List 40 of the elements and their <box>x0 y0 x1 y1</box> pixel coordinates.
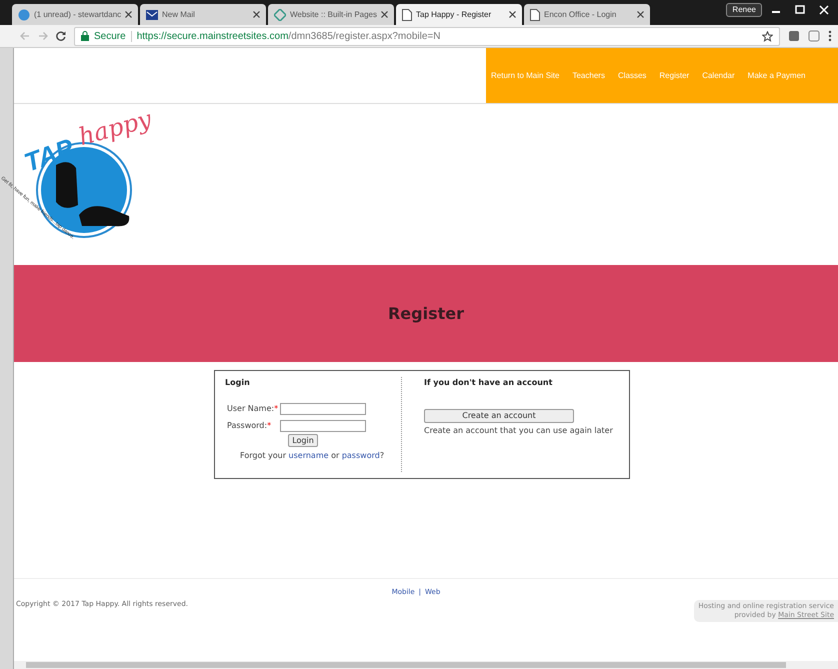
diamond-icon <box>274 8 286 20</box>
browser-tab[interactable]: Encon Office - Login <box>524 4 650 25</box>
signup-heading: If you don't have an account <box>424 377 554 389</box>
page-icon <box>530 8 540 20</box>
scrollbar-thumb[interactable] <box>26 662 786 668</box>
secure-label: Secure <box>94 30 126 44</box>
browser-tab[interactable]: New Mail <box>140 4 266 25</box>
menu-icon[interactable] <box>828 30 832 42</box>
close-icon[interactable] <box>125 11 132 18</box>
signup-note: Create an account that you can use again later <box>424 426 614 436</box>
profile-button[interactable]: Renee <box>726 3 762 17</box>
forgot-text: Forgot your username or password? <box>239 450 386 462</box>
close-icon[interactable] <box>509 11 516 18</box>
browser-tab[interactable]: Tap Happy - Register <box>396 4 522 25</box>
logo-happy-text: happy <box>74 104 156 154</box>
input-field[interactable] <box>280 420 366 432</box>
password-link[interactable]: password <box>342 451 380 460</box>
field-label: Password:* <box>227 420 272 432</box>
browser-tab[interactable]: Website :: Built-in Pages <box>268 4 394 25</box>
login-button[interactable]: Login <box>288 434 318 447</box>
reload-icon[interactable] <box>56 31 66 41</box>
lock-icon <box>81 31 89 41</box>
close-icon[interactable] <box>253 11 260 18</box>
mail-icon <box>146 8 158 20</box>
field-label: User Name:* <box>227 403 280 415</box>
globe-icon <box>18 8 30 20</box>
close-icon[interactable] <box>637 11 644 18</box>
username-link[interactable]: username <box>288 451 329 460</box>
star-icon[interactable] <box>762 30 773 42</box>
extension-icon[interactable] <box>808 30 820 42</box>
address-field[interactable]: Secure https://secure.mainstreetsites.com/dmn3685/register.aspx?mobile=N <box>74 26 780 46</box>
login-heading: Login <box>225 377 251 389</box>
page-icon <box>402 8 412 20</box>
create-account-button[interactable]: Create an account <box>424 409 574 423</box>
close-icon[interactable] <box>381 11 388 18</box>
extension-icon[interactable] <box>788 30 800 42</box>
banner-title: Register <box>388 302 464 324</box>
url-text: https://secure.mainstreetsites.com/dmn3685/register.aspx?mobile=N <box>136 30 440 44</box>
browser-tab[interactable]: (1 unread) - stewartdanc <box>12 4 138 25</box>
input-field[interactable] <box>280 403 366 415</box>
